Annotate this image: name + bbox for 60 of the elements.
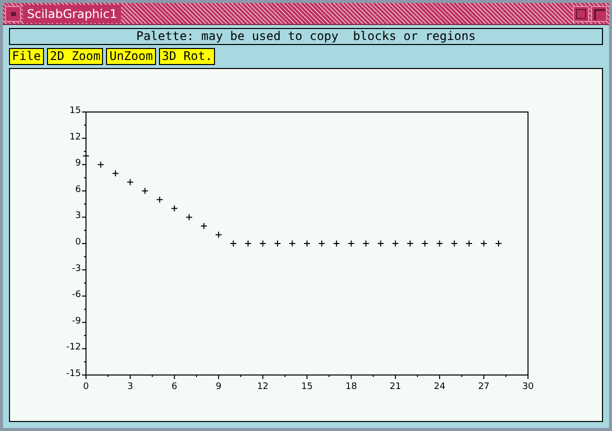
data-point (112, 170, 119, 177)
x-tick-label: 9 (216, 382, 222, 392)
window-menu-icon[interactable] (5, 6, 21, 22)
data-point (318, 240, 326, 247)
data-point (141, 187, 148, 194)
toolbar-button[interactable]: UnZoom (106, 48, 156, 65)
data-point (186, 214, 193, 221)
data-point (495, 240, 502, 247)
data-point (332, 240, 340, 247)
y-tick-label: 12 (70, 132, 81, 142)
x-tick-label: 21 (390, 382, 402, 392)
data-point (200, 222, 208, 230)
data-point (156, 196, 164, 204)
data-point (244, 240, 252, 247)
toolbar-button[interactable]: 3D Rot. (158, 48, 216, 65)
y-tick-label: 6 (75, 184, 81, 195)
data-point (230, 240, 237, 247)
status-message: Palette: may be used to copy blocks or regions (9, 28, 603, 45)
data-point (392, 240, 399, 247)
x-tick-label: 18 (345, 382, 357, 392)
x-tick-label: 27 (478, 382, 490, 392)
data-point (450, 240, 458, 247)
x-tick-label: 0 (83, 382, 89, 392)
toolbar-button[interactable]: File (9, 48, 44, 65)
y-tick-label: -3 (72, 264, 81, 274)
y-tick-label: -6 (72, 290, 81, 300)
x-tick-label: 15 (301, 382, 313, 392)
data-point (215, 231, 222, 238)
y-tick-label: 9 (75, 158, 81, 169)
data-point (406, 240, 414, 247)
resize-icon[interactable] (591, 6, 607, 22)
data-point (421, 240, 428, 247)
data-point (348, 240, 355, 247)
x-tick-label: 30 (522, 382, 534, 392)
data-point (274, 240, 282, 247)
data-point (126, 178, 134, 186)
y-tick-label: 0 (75, 238, 81, 248)
data-point (288, 240, 296, 247)
y-tick-label: 3 (75, 211, 81, 222)
y-tick-label: 15 (70, 106, 81, 116)
window-title: ScilabGraphic1 (23, 4, 122, 22)
y-tick-label: -12 (66, 342, 81, 353)
x-tick-label: 24 (434, 382, 446, 392)
data-point (480, 240, 488, 247)
data-point (82, 152, 90, 160)
data-point (170, 204, 178, 212)
data-point (304, 240, 310, 247)
data-point (436, 240, 444, 247)
data-point (377, 240, 384, 247)
x-tick-label: 6 (172, 382, 178, 392)
data-point (259, 240, 266, 247)
toolbar-button[interactable]: 2D Zoom (46, 48, 104, 65)
x-tick-label: 12 (257, 382, 269, 392)
x-tick-label: 3 (127, 382, 134, 392)
y-tick-label: -15 (66, 369, 81, 379)
y-tick-label: -9 (72, 316, 81, 326)
maximize-icon[interactable] (573, 6, 589, 22)
data-point (97, 161, 104, 168)
data-point (466, 240, 473, 247)
data-point (362, 240, 370, 247)
